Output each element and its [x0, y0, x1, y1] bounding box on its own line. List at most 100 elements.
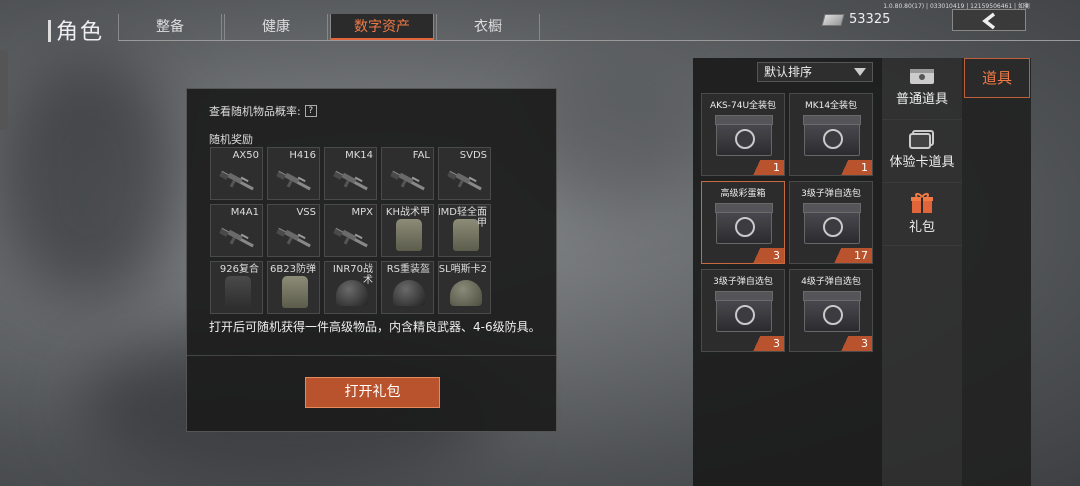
item-quantity-badge: 17: [828, 248, 872, 263]
crate-icon: [715, 115, 773, 156]
crate-icon: [803, 203, 861, 244]
reward-name: SL哨斯卡2: [438, 264, 487, 275]
reward-name: 6B23防弹: [270, 264, 316, 275]
crate-icon: [803, 115, 861, 156]
gift-pack-dialog: 查看随机物品概率: ? 随机奖励 AX50 H416 MK14 FAL SVDS M4A1…: [186, 88, 557, 432]
reward-label: 随机奖励: [209, 133, 253, 146]
side-drawer-handle[interactable]: [0, 50, 8, 130]
inventory-item[interactable]: 高级彩蛋箱 3: [701, 181, 785, 264]
pack-description: 打开后可随机获得一件高级物品，内含精良武器、4-6级防具。: [209, 320, 541, 334]
header-divider: [118, 40, 1080, 41]
reward-cell[interactable]: SL哨斯卡2: [438, 261, 491, 314]
rifle-icon: [276, 227, 311, 248]
reward-cell[interactable]: 6B23防弹: [267, 261, 320, 314]
chevron-left-icon: [982, 12, 996, 30]
crate-icon: [715, 203, 773, 244]
reward-cell[interactable]: 926复合: [210, 261, 263, 314]
reward-name: H416: [289, 150, 316, 161]
inventory-item[interactable]: 3级子弹自选包 17: [789, 181, 873, 264]
vest-icon: [225, 276, 251, 308]
category-trial-cards[interactable]: 体验卡道具: [882, 121, 962, 183]
item-quantity-badge: 1: [835, 160, 872, 175]
reward-name: MPX: [351, 207, 373, 218]
item-name: 3级子弹自选包: [801, 189, 861, 199]
reward-name: FAL: [412, 150, 430, 161]
reward-cell[interactable]: IMD轻全面甲: [438, 204, 491, 257]
tab-gear[interactable]: 整备: [118, 14, 222, 40]
item-name: MK14全装包: [804, 101, 858, 111]
rifle-icon: [447, 170, 482, 191]
smg-icon: [333, 227, 368, 248]
tab-health[interactable]: 健康: [224, 14, 328, 40]
side-tab-column: [962, 58, 1031, 486]
item-name: 高级彩蛋箱: [720, 189, 766, 199]
item-name: 3级子弹自选包: [713, 277, 773, 287]
reward-cell[interactable]: RS重装盔: [381, 261, 434, 314]
reward-cell[interactable]: SVDS: [438, 147, 491, 200]
rifle-icon: [390, 170, 425, 191]
rifle-icon: [219, 227, 254, 248]
reward-cell[interactable]: MPX: [324, 204, 377, 257]
category-normal-items[interactable]: 普通道具: [882, 58, 962, 120]
reward-name: INR70战术: [332, 264, 373, 286]
rifle-icon: [333, 170, 368, 191]
probability-row[interactable]: 查看随机物品概率: ?: [209, 103, 317, 119]
reward-cell[interactable]: MK14: [324, 147, 377, 200]
card-icon: [909, 130, 934, 149]
category-gift-packs[interactable]: 礼包: [882, 184, 962, 246]
item-name: AKS-74U全装包: [709, 101, 777, 111]
sort-label: 默认排序: [764, 65, 813, 79]
reward-name: MK14: [345, 150, 373, 161]
background-fog: [0, 60, 180, 300]
item-quantity-badge: 3: [747, 336, 784, 351]
dialog-divider: [187, 355, 556, 356]
inventory-item[interactable]: 4级子弹自选包 3: [789, 269, 873, 352]
reward-name: SVDS: [459, 150, 487, 161]
reward-name: IMD轻全面甲: [438, 207, 487, 229]
reward-cell[interactable]: INR70战术: [324, 261, 377, 314]
tab-wardrobe[interactable]: 衣橱: [436, 14, 540, 40]
vest-icon: [282, 276, 308, 308]
probability-label: 查看随机物品概率:: [209, 105, 301, 118]
crate-icon: [910, 69, 934, 84]
cash-icon: [821, 13, 845, 26]
reward-cell[interactable]: AX50: [210, 147, 263, 200]
reward-grid: AX50 H416 MK14 FAL SVDS M4A1 VSS MPX KH战术甲 IMD轻全面…: [210, 147, 497, 314]
currency-display: 53325: [821, 12, 891, 27]
crate-icon: [803, 291, 861, 332]
item-quantity-badge: 3: [835, 336, 872, 351]
item-quantity-badge: 3: [747, 248, 784, 263]
currency-amount: 53325: [849, 12, 891, 27]
tab-digital-assets[interactable]: 数字资产: [330, 14, 434, 40]
category-label: 礼包: [908, 220, 935, 235]
back-button[interactable]: [952, 9, 1026, 31]
reward-cell[interactable]: KH战术甲: [381, 204, 434, 257]
open-pack-button[interactable]: 打开礼包: [305, 377, 440, 408]
reward-name: M4A1: [230, 207, 259, 218]
inventory-item[interactable]: MK14全装包 1: [789, 93, 873, 176]
reward-name: VSS: [296, 207, 316, 218]
page-title: 角色: [48, 14, 104, 46]
category-label: 普通道具: [895, 92, 948, 107]
sort-dropdown[interactable]: 默认排序: [757, 62, 873, 82]
reward-cell[interactable]: VSS: [267, 204, 320, 257]
reward-cell[interactable]: M4A1: [210, 204, 263, 257]
inventory-item[interactable]: AKS-74U全装包 1: [701, 93, 785, 176]
inventory-item[interactable]: 3级子弹自选包 3: [701, 269, 785, 352]
item-quantity-badge: 1: [747, 160, 784, 175]
reward-cell[interactable]: H416: [267, 147, 320, 200]
reward-name: RS重装盔: [386, 264, 430, 275]
dropdown-arrow-icon: [854, 68, 866, 76]
gift-icon: [911, 193, 933, 213]
item-name: 4级子弹自选包: [801, 277, 861, 287]
helmet-icon: [450, 280, 482, 306]
category-label: 体验卡道具: [889, 155, 955, 170]
tab-items[interactable]: 道具: [964, 58, 1030, 98]
crate-icon: [715, 291, 773, 332]
help-icon[interactable]: ?: [304, 105, 317, 117]
tab-bar: 整备 健康 数字资产 衣橱: [118, 14, 542, 40]
rifle-icon: [276, 170, 311, 191]
reward-name: 926复合: [219, 264, 259, 275]
helmet-icon: [393, 280, 425, 306]
reward-cell[interactable]: FAL: [381, 147, 434, 200]
